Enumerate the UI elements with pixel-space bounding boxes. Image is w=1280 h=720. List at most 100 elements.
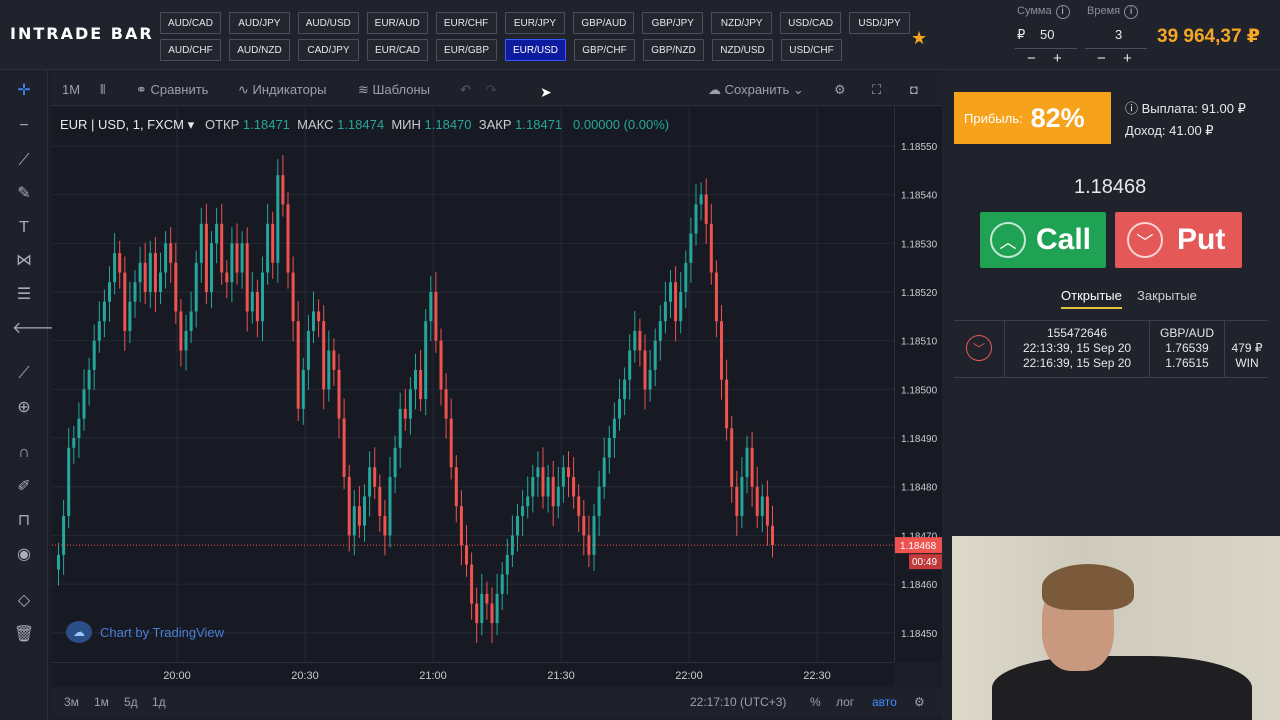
info-icon[interactable]: i	[1124, 5, 1139, 19]
interval-button[interactable]: 1M	[62, 82, 80, 97]
eye-icon[interactable]: ◉	[12, 544, 36, 566]
brush-icon[interactable]: ✎	[12, 183, 36, 205]
call-button[interactable]: ︿ Call	[980, 212, 1106, 268]
pair-button-gbp-jpy[interactable]: GBP/JPY	[642, 12, 704, 34]
fib-icon[interactable]: ☰	[12, 284, 36, 306]
indicators-button[interactable]: ∿ Индикаторы	[238, 82, 326, 98]
candle-body	[582, 515, 586, 536]
trade-separator	[1149, 321, 1150, 377]
pair-button-eur-cad[interactable]: EUR/CAD	[367, 39, 428, 61]
pair-button-usd-jpy[interactable]: USD/JPY	[849, 12, 910, 34]
price-tick-label: 1.18550	[901, 142, 938, 153]
pair-button-nzd-jpy[interactable]: NZD/JPY	[711, 12, 773, 34]
fullscreen-icon[interactable]: ⛶	[872, 82, 881, 98]
pair-button-gbp-nzd[interactable]: GBP/NZD	[643, 39, 704, 61]
info-icon[interactable]: i	[1055, 5, 1070, 19]
candle-body	[633, 330, 637, 351]
time-tick-label: 21:00	[419, 670, 447, 682]
pair-button-usd-chf[interactable]: USD/CHF	[781, 39, 842, 61]
amount-minus-button[interactable]: −	[1027, 50, 1036, 67]
pair-button-aud-jpy[interactable]: AUD/JPY	[228, 12, 290, 34]
camera-icon[interactable]: ◘	[910, 82, 918, 97]
candle-body	[357, 506, 361, 526]
candle-body	[546, 477, 550, 497]
magnet-icon[interactable]: ∩	[12, 442, 36, 464]
trade-details: 155472646 22:13:39, 15 Sep 20 22:16:39, …	[1022, 326, 1132, 370]
save-button[interactable]: ☁ Сохранить ⌄	[708, 82, 804, 98]
text-icon[interactable]: T	[12, 217, 36, 239]
candle-body	[760, 496, 764, 516]
ruler-icon[interactable]: ⟋	[12, 363, 36, 385]
star-icon[interactable]: ★	[911, 28, 927, 49]
amount-plus-button[interactable]: +	[1053, 50, 1062, 67]
webcam-person-hair	[1042, 564, 1134, 610]
trade-row[interactable]: ﹀ 155472646 22:13:39, 15 Sep 20 22:16:39…	[954, 320, 1268, 378]
zoom-icon[interactable]: ⊕	[12, 397, 36, 419]
pencil-lock-icon[interactable]: ✐	[12, 476, 36, 498]
pair-button-aud-nzd[interactable]: AUD/NZD	[229, 39, 290, 61]
price-axis[interactable]: 1.18550 1.18540 1.18530 1.18520 1.18510 1.185…	[894, 107, 943, 662]
price-chart[interactable]	[52, 107, 894, 662]
candle-body	[684, 262, 688, 292]
range-5d[interactable]: 5д	[124, 695, 138, 709]
range-1d[interactable]: 1д	[152, 695, 166, 709]
pair-button-aud-usd[interactable]: AUD/USD	[297, 12, 359, 34]
pair-button-gbp-aud[interactable]: GBP/AUD	[573, 12, 635, 34]
pair-button-usd-cad[interactable]: USD/CAD	[780, 12, 842, 34]
range-3m[interactable]: 3м	[64, 695, 79, 709]
candle-body	[235, 243, 239, 273]
pair-button-eur-jpy[interactable]: EUR/JPY	[504, 12, 566, 34]
trend-line-icon[interactable]: ⟋	[12, 150, 36, 172]
arrow-up-icon: ︿	[990, 222, 1026, 258]
candle-body	[663, 301, 667, 322]
candle-body	[332, 350, 336, 370]
candle-body	[531, 477, 535, 497]
lock-icon[interactable]: ⊓	[12, 510, 36, 532]
candle-body	[286, 204, 290, 273]
templates-button[interactable]: ≋ Шаблоны	[358, 82, 430, 98]
candle-type-icon[interactable]: ⫴	[100, 82, 105, 98]
time-minus-button[interactable]: −	[1097, 50, 1106, 67]
pair-button-cad-jpy[interactable]: CAD/JPY	[298, 39, 359, 61]
time-input[interactable]: 3	[1115, 27, 1122, 42]
axis-settings-gear-icon[interactable]: ⚙	[914, 695, 925, 709]
log-toggle[interactable]: лог	[836, 695, 854, 709]
candle-body	[572, 477, 576, 497]
candlestick-chart[interactable]	[52, 107, 894, 662]
undo-icon[interactable]: ↶	[460, 82, 471, 98]
pair-button-eur-aud[interactable]: EUR/AUD	[366, 12, 428, 34]
pair-button-eur-usd[interactable]: EUR/USD	[505, 39, 566, 61]
compare-button[interactable]: ⚭ Сравнить	[136, 82, 208, 98]
tab-open-trades[interactable]: Открытые	[1061, 288, 1122, 309]
mouse-cursor-icon: ➤	[540, 84, 552, 100]
crosshair-icon[interactable]: ✛	[12, 80, 36, 102]
settings-gear-icon[interactable]: ⚙	[834, 82, 846, 98]
range-1m[interactable]: 1м	[94, 695, 109, 709]
tab-closed-trades[interactable]: Закрытые	[1137, 288, 1197, 303]
price-tick-label: 1.18520	[901, 288, 938, 299]
layers-icon[interactable]: ◇	[12, 590, 36, 612]
arrow-left-icon[interactable]: 🡐	[12, 318, 55, 340]
redo-icon[interactable]: ↷	[486, 82, 497, 98]
pair-button-eur-gbp[interactable]: EUR/GBP	[436, 39, 497, 61]
symbol-selector[interactable]: EUR | USD, 1, FXCM ▾	[60, 117, 194, 132]
pattern-icon[interactable]: ⋈	[12, 250, 36, 272]
time-plus-button[interactable]: +	[1123, 50, 1132, 67]
pair-button-gbp-chf[interactable]: GBP/CHF	[574, 39, 635, 61]
pair-button-aud-chf[interactable]: AUD/CHF	[160, 39, 221, 61]
pair-button-eur-chf[interactable]: EUR/CHF	[435, 12, 497, 34]
percent-toggle[interactable]: %	[810, 695, 821, 709]
candle-body	[383, 515, 387, 536]
horizontal-line-icon[interactable]: −	[12, 115, 36, 137]
candle-body	[322, 321, 326, 390]
pair-button-aud-cad[interactable]: AUD/CAD	[160, 12, 221, 34]
auto-toggle[interactable]: авто	[872, 695, 897, 709]
candle-body	[653, 340, 657, 370]
put-button[interactable]: ﹀ Put	[1115, 212, 1242, 268]
time-axis[interactable]: 20:00 20:30 21:00 21:30 22:00 22:30	[52, 662, 894, 686]
candle-body	[363, 496, 366, 526]
amount-input[interactable]: 50	[1040, 27, 1054, 42]
tradingview-watermark[interactable]: ☁ Chart by TradingView	[66, 621, 224, 643]
pair-button-nzd-usd[interactable]: NZD/USD	[712, 39, 773, 61]
trash-icon[interactable]: 🗑	[12, 624, 36, 646]
